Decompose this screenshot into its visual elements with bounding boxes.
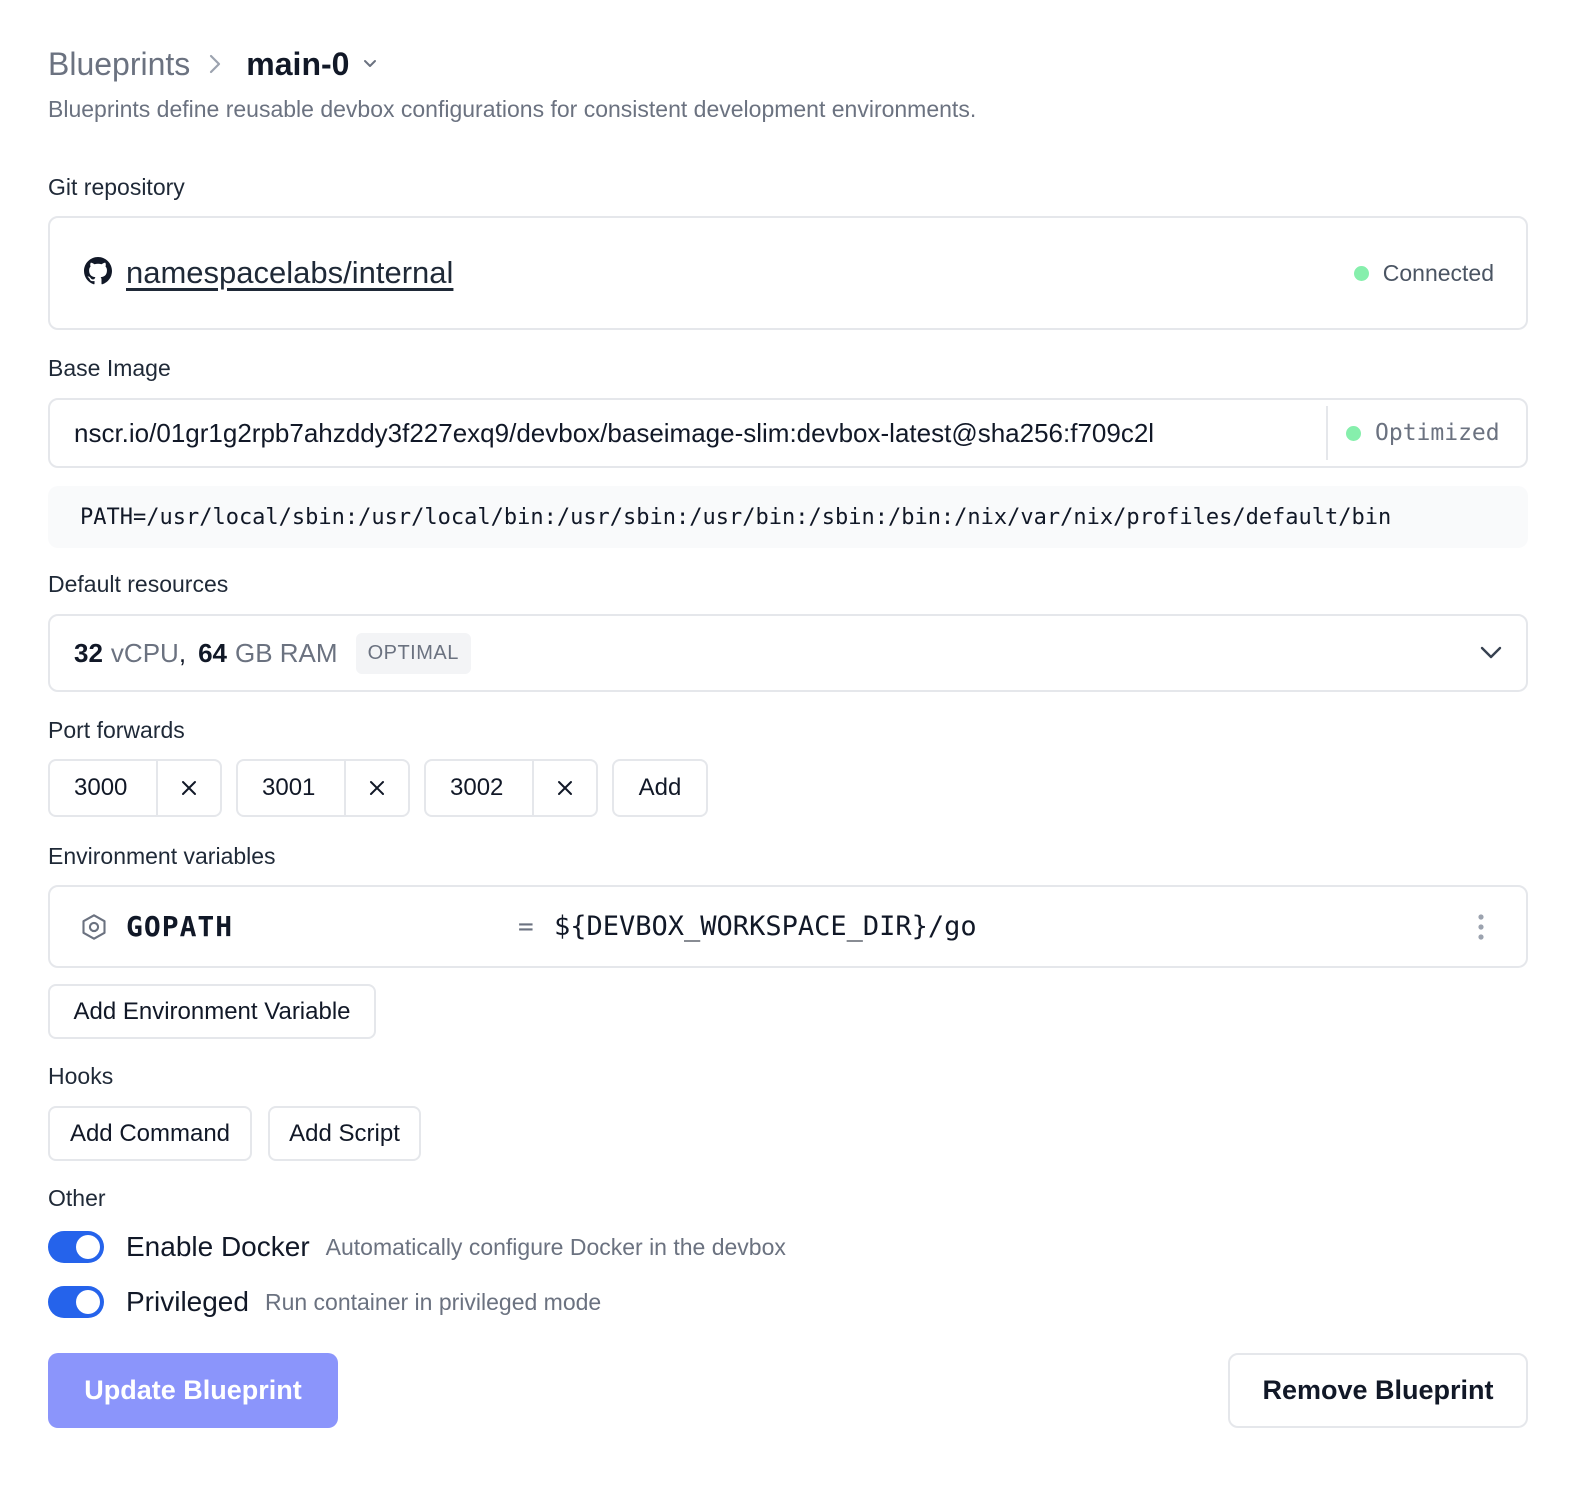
default-resources-label: Default resources	[48, 571, 229, 597]
privileged-row: Privileged Run container in privileged m…	[48, 1282, 601, 1322]
remove-blueprint-button[interactable]: Remove Blueprint	[1228, 1353, 1528, 1428]
port-chip: 3001	[236, 759, 410, 817]
hooks-label: Hooks	[48, 1063, 114, 1089]
cpu-unit: vCPU	[110, 637, 179, 668]
port-value[interactable]: 3002	[426, 761, 534, 815]
add-script-button[interactable]: Add Script	[268, 1106, 421, 1161]
git-repository-label: Git repository	[48, 174, 185, 200]
port-chip: 3000	[48, 759, 222, 817]
env-equals: =	[518, 911, 534, 942]
more-options-icon[interactable]	[1478, 887, 1484, 966]
enable-docker-row: Enable Docker Automatically configure Do…	[48, 1227, 786, 1267]
optimal-tag: OPTIMAL	[355, 632, 471, 674]
privileged-toggle[interactable]	[48, 1286, 104, 1318]
toggle-knob	[76, 1235, 100, 1259]
port-value[interactable]: 3000	[50, 761, 158, 815]
close-icon[interactable]	[346, 761, 408, 815]
repository-link[interactable]: namespacelabs/internal	[126, 255, 453, 291]
base-image-value[interactable]: nscr.io/01gr1g2rpb7ahzddy3f227exq9/devbo…	[74, 400, 1314, 466]
breadcrumb-blueprints-link[interactable]: Blueprints	[48, 46, 190, 83]
chevron-down-icon[interactable]	[363, 59, 377, 69]
base-image-field[interactable]: nscr.io/01gr1g2rpb7ahzddy3f227exq9/devbo…	[48, 398, 1528, 468]
status-dot	[1346, 425, 1361, 441]
base-image-label: Base Image	[48, 355, 171, 381]
env-variable-value[interactable]: ${DEVBOX_WORKSPACE_DIR}/go	[554, 887, 977, 966]
separator: ,	[178, 637, 187, 668]
enable-docker-toggle[interactable]	[48, 1231, 104, 1263]
env-variable-name[interactable]: GOPATH	[126, 887, 233, 966]
hexagon-icon	[80, 887, 108, 966]
enable-docker-description: Automatically configure Docker in the de…	[325, 1233, 786, 1260]
env-variable-row: GOPATH = ${DEVBOX_WORKSPACE_DIR}/go	[48, 885, 1528, 968]
port-forwards-label: Port forwards	[48, 717, 185, 743]
other-label: Other	[48, 1185, 106, 1211]
port-forwards-list: 3000 3001 3002 Add	[48, 759, 708, 817]
ram-amount: 64	[198, 637, 227, 668]
update-blueprint-button[interactable]: Update Blueprint	[48, 1353, 338, 1428]
close-icon[interactable]	[158, 761, 220, 815]
chevron-right-icon	[208, 53, 222, 75]
privileged-label: Privileged	[126, 1286, 249, 1317]
optimized-badge: Optimized	[1346, 400, 1500, 466]
optimized-badge-text: Optimized	[1375, 420, 1500, 446]
port-chip: 3002	[424, 759, 598, 817]
ram-unit: GB RAM	[234, 637, 338, 668]
resources-select[interactable]: 32 vCPU , 64 GB RAM OPTIMAL	[48, 614, 1528, 692]
chevron-down-icon[interactable]	[1480, 616, 1502, 690]
image-path-text: PATH=/usr/local/sbin:/usr/local/bin:/usr…	[80, 504, 1392, 530]
port-value[interactable]: 3001	[238, 761, 346, 815]
cpu-count: 32	[74, 637, 103, 668]
enable-docker-label: Enable Docker	[126, 1231, 310, 1262]
image-path-env: PATH=/usr/local/sbin:/usr/local/bin:/usr…	[48, 486, 1528, 548]
toggle-knob	[76, 1290, 100, 1314]
breadcrumb: Blueprints main-0	[48, 42, 377, 86]
add-port-button[interactable]: Add	[612, 759, 708, 817]
divider	[1326, 406, 1328, 460]
repository-status-text: Connected	[1382, 259, 1494, 286]
environment-variables-label: Environment variables	[48, 843, 276, 869]
git-repository-card: namespacelabs/internal Connected	[48, 216, 1528, 330]
page-description: Blueprints define reusable devbox config…	[48, 96, 977, 122]
privileged-description: Run container in privileged mode	[264, 1288, 602, 1315]
add-environment-variable-button[interactable]: Add Environment Variable	[48, 984, 376, 1039]
repository-status: Connected	[1353, 218, 1494, 328]
close-icon[interactable]	[534, 761, 596, 815]
add-command-button[interactable]: Add Command	[48, 1106, 252, 1161]
breadcrumb-current-blueprint[interactable]: main-0	[246, 46, 349, 83]
status-dot	[1353, 265, 1369, 281]
github-icon	[84, 256, 112, 290]
